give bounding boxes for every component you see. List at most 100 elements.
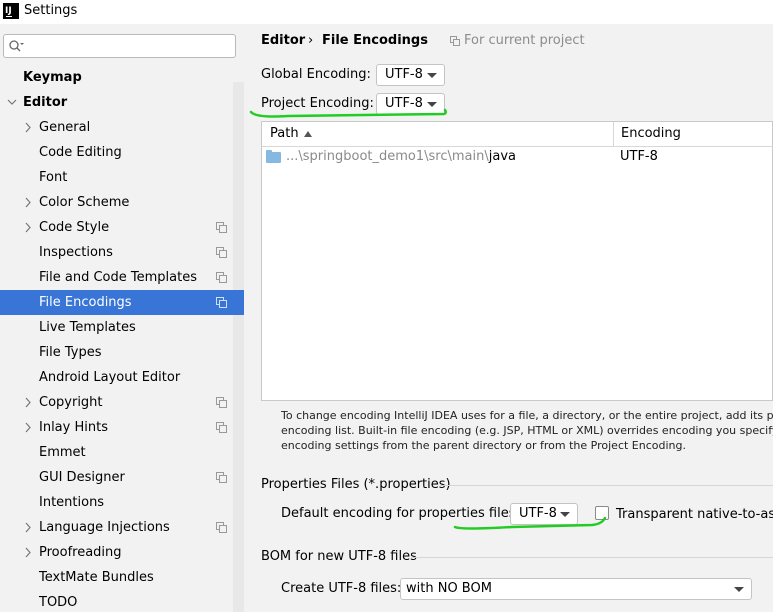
sidebar-item-textmate-bundles[interactable]: TextMate Bundles [0, 565, 244, 590]
project-scope-icon [216, 472, 227, 483]
bom-select[interactable]: with NO BOM [400, 578, 752, 600]
sidebar-item-font[interactable]: Font [0, 165, 244, 190]
chevron-right-icon[interactable] [22, 215, 34, 240]
bom-section-title: BOM for new UTF-8 files [261, 549, 417, 564]
sidebar-item-file-and-code-templates[interactable]: File and Code Templates [0, 265, 244, 290]
sidebar-item-label: TextMate Bundles [39, 570, 154, 585]
transparent-native-to-ascii-label[interactable]: Transparent native-to-ascii [616, 507, 773, 522]
scope-hint: For current project [464, 33, 585, 48]
sidebar-item-label: File Types [39, 345, 102, 360]
project-scope-icon [216, 297, 227, 308]
search-icon [9, 40, 24, 52]
folder-icon [266, 150, 281, 163]
project-scope-icon [216, 272, 227, 283]
sidebar-item-general[interactable]: General [0, 115, 244, 140]
page-title: File Encodings [322, 33, 428, 48]
sidebar-item-todo[interactable]: TODO [0, 590, 244, 612]
bom-value: with NO BOM [406, 581, 492, 596]
project-scope-icon [216, 422, 227, 433]
project-scope-icon [450, 36, 460, 46]
sidebar-item-label: Live Templates [39, 320, 136, 335]
encodings-table[interactable]: Path Encoding ...\springboot_demo1\src\m… [261, 121, 773, 401]
annotation-underline-properties [453, 516, 607, 530]
dropdown-arrow-icon [427, 73, 437, 78]
global-encoding-value: UTF-8 [385, 67, 423, 82]
column-header-path[interactable]: Path [262, 122, 613, 147]
dropdown-arrow-icon [427, 102, 437, 107]
sidebar-item-intentions[interactable]: Intentions [0, 490, 244, 515]
sidebar-item-label: Keymap [23, 70, 82, 85]
path-leaf: java [488, 149, 516, 164]
sidebar-item-code-editing[interactable]: Code Editing [0, 140, 244, 165]
sidebar-item-editor[interactable]: Editor [0, 90, 244, 115]
section-divider [411, 557, 773, 558]
section-divider [440, 485, 773, 486]
chevron-right-icon[interactable] [22, 515, 34, 540]
sidebar-item-label: File Encodings [39, 295, 132, 310]
window-title: Settings [24, 3, 78, 18]
project-scope-icon [216, 222, 227, 233]
chevron-right-icon[interactable] [22, 540, 34, 565]
sidebar-item-label: Android Layout Editor [39, 370, 181, 385]
chevron-down-icon[interactable] [6, 90, 18, 115]
sidebar-item-live-templates[interactable]: Live Templates [0, 315, 244, 340]
sidebar-item-copyright[interactable]: Copyright [0, 390, 244, 415]
sidebar-item-android-layout-editor[interactable]: Android Layout Editor [0, 365, 244, 390]
path-prefix: ...\springboot_demo1\src\main\ [286, 149, 489, 164]
sidebar-item-label: General [39, 120, 91, 135]
create-utf8-label: Create UTF-8 files: [281, 581, 402, 596]
global-encoding-select[interactable]: UTF-8 [376, 64, 445, 86]
project-scope-icon [216, 397, 227, 408]
sidebar-item-label: Emmet [39, 445, 86, 460]
settings-sidebar: Keymap Editor General Code Editing Font … [0, 24, 244, 612]
sidebar-item-label: Code Style [39, 220, 110, 235]
breadcrumb-parent: Editor [261, 33, 306, 48]
chevron-right-icon[interactable] [22, 190, 34, 215]
sidebar-item-inspections[interactable]: Inspections [0, 240, 244, 265]
sidebar-item-label: Editor [23, 95, 68, 110]
properties-section-title: Properties Files (*.properties) [261, 477, 451, 492]
sidebar-item-label: TODO [39, 595, 78, 610]
column-header-label: Path [270, 126, 299, 141]
project-scope-icon [216, 247, 227, 258]
sidebar-item-label: Inspections [39, 245, 113, 260]
sidebar-item-code-style[interactable]: Code Style [0, 215, 244, 240]
sidebar-item-inlay-hints[interactable]: Inlay Hints [0, 415, 244, 440]
sidebar-item-file-encodings[interactable]: File Encodings [0, 290, 244, 315]
file-encodings-panel: Editor › File Encodings For current proj… [244, 24, 773, 612]
table-row-path[interactable]: ...\springboot_demo1\src\main\java [286, 149, 516, 167]
table-row-encoding[interactable]: UTF-8 [620, 149, 658, 167]
chevron-right-icon[interactable] [22, 415, 34, 440]
sidebar-item-emmet[interactable]: Emmet [0, 440, 244, 465]
sidebar-item-label: Copyright [39, 395, 103, 410]
settings-search-input[interactable] [3, 34, 236, 58]
sidebar-item-label: GUI Designer [39, 470, 125, 485]
sidebar-item-label: File and Code Templates [39, 270, 197, 285]
sidebar-item-label: Color Scheme [39, 195, 130, 210]
sidebar-item-label: Intentions [39, 495, 105, 510]
sidebar-item-label: Proofreading [39, 545, 122, 560]
help-line-3: encoding settings from the parent direct… [281, 439, 686, 452]
project-scope-icon [216, 522, 227, 533]
title-bar: IJ Settings [0, 0, 773, 24]
help-text: To change encoding IntelliJ IDEA uses fo… [281, 408, 773, 453]
annotation-underline-project [249, 108, 448, 118]
column-header-label: Encoding [621, 126, 681, 141]
sidebar-item-label: Inlay Hints [39, 420, 108, 435]
breadcrumb-separator: › [308, 33, 314, 48]
intellij-logo-icon: IJ [3, 3, 19, 19]
column-header-encoding[interactable]: Encoding [614, 122, 773, 147]
sidebar-item-keymap[interactable]: Keymap [0, 65, 244, 90]
dropdown-arrow-icon [734, 587, 744, 592]
sidebar-item-proofreading[interactable]: Proofreading [0, 540, 244, 565]
sidebar-item-language-injections[interactable]: Language Injections [0, 515, 244, 540]
sidebar-item-gui-designer[interactable]: GUI Designer [0, 465, 244, 490]
sidebar-item-color-scheme[interactable]: Color Scheme [0, 190, 244, 215]
global-encoding-label: Global Encoding: [261, 67, 371, 82]
help-line-2: encoding list. Built-in file encoding (e… [281, 424, 773, 437]
help-line-1: To change encoding IntelliJ IDEA uses fo… [281, 409, 773, 422]
chevron-right-icon[interactable] [22, 390, 34, 415]
sidebar-item-label: Language Injections [39, 520, 170, 535]
sidebar-item-file-types[interactable]: File Types [0, 340, 244, 365]
chevron-right-icon[interactable] [22, 115, 34, 140]
